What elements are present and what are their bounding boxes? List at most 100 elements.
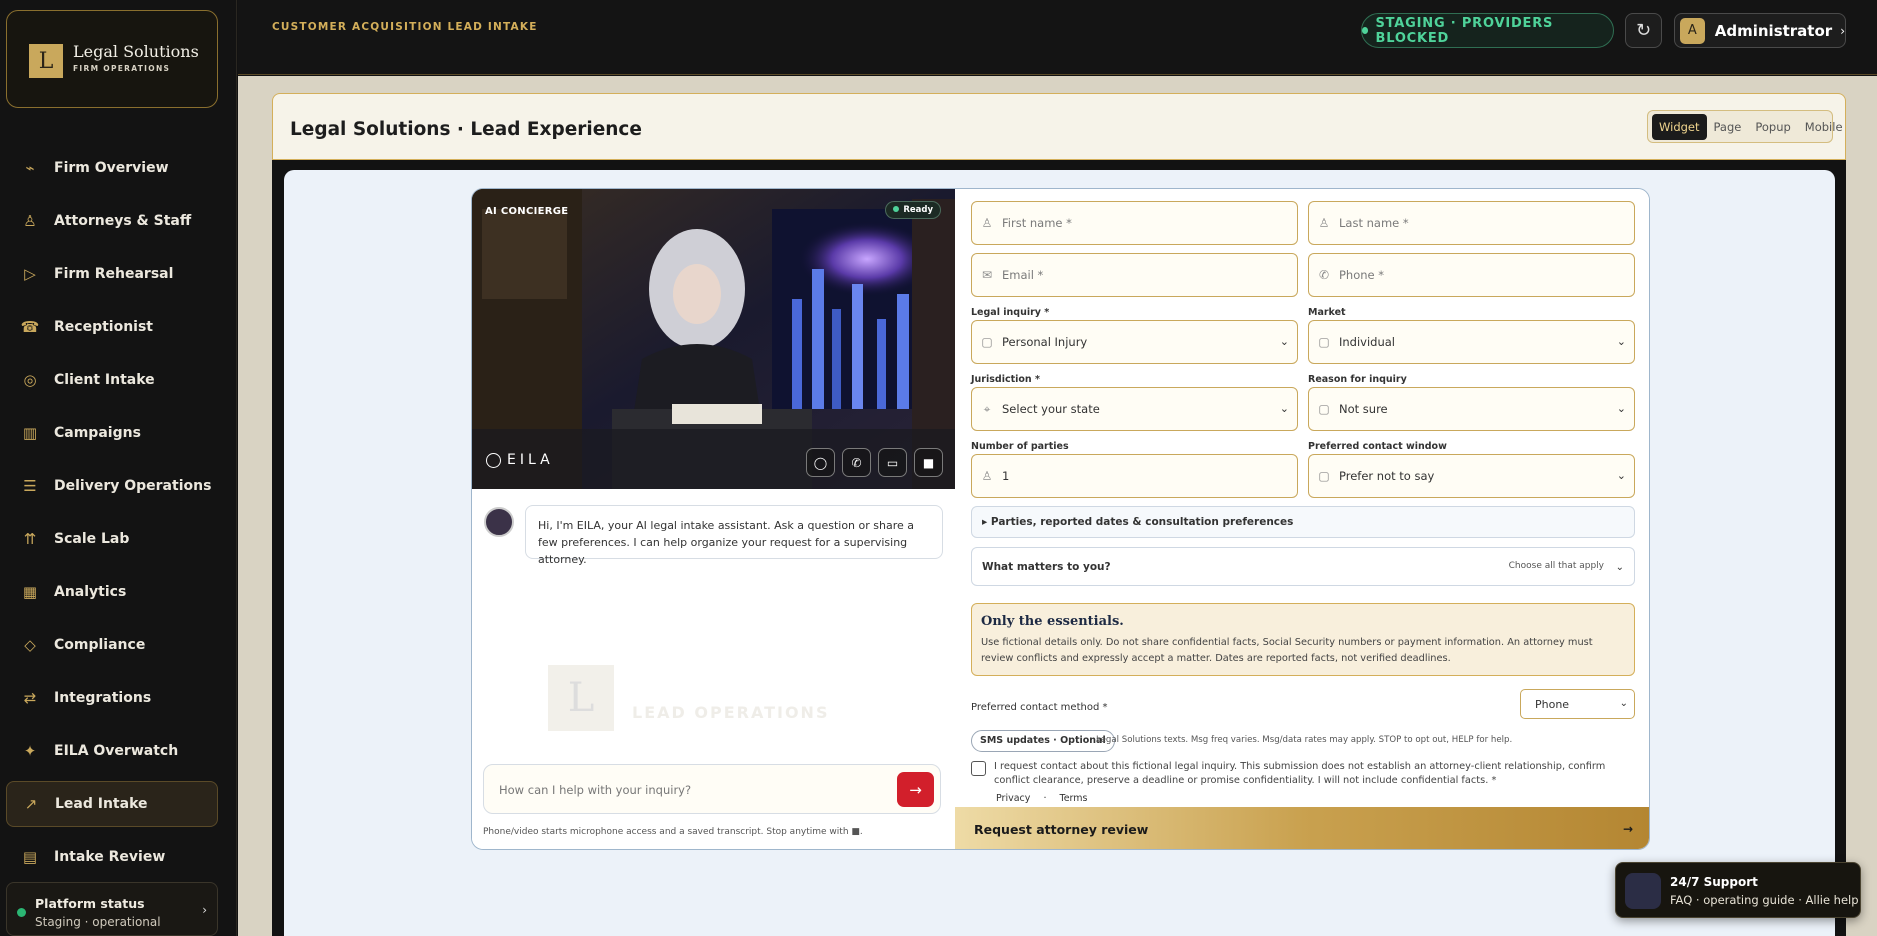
sidebar-item-receptionist[interactable]: ☎ Receptionist — [6, 304, 218, 350]
chevron-down-icon: ⌄ — [1616, 402, 1626, 415]
tab-popup[interactable]: Popup — [1748, 114, 1797, 140]
page-header: Legal Solutions · Lead Experience Widget… — [272, 93, 1846, 160]
sidebar-item-label: Client Intake — [54, 372, 155, 388]
intake-form: ♙ First name * ♙ Last name * ✉ Email * ✆ Pho… — [955, 189, 1649, 849]
arrow-icon: ↗ — [24, 795, 38, 813]
tab-page[interactable]: Page — [1707, 114, 1749, 140]
support-widget[interactable]: 24/7 Support FAQ · operating guide · All… — [1615, 862, 1861, 918]
chat-button[interactable]: ◯ — [806, 448, 835, 477]
sidebar-item-lead-intake[interactable]: ↗ Lead Intake — [6, 781, 218, 827]
sidebar-item-attorneys-staff[interactable]: ♙ Attorneys & Staff — [6, 198, 218, 244]
chat-bubble-icon: ◯ — [813, 455, 828, 470]
contact-method-select[interactable]: Phone ⌄ — [1520, 689, 1635, 719]
essentials-notice: Only the essentials. Use fictional detai… — [971, 603, 1635, 676]
first-name-field[interactable]: ♙ First name * — [971, 201, 1298, 245]
last-name-field[interactable]: ♙ Last name * — [1308, 201, 1635, 245]
sidebar-item-label: Receptionist — [54, 319, 153, 335]
contact-window-value: Prefer not to say — [1339, 469, 1435, 483]
email-field[interactable]: ✉ Email * — [971, 253, 1298, 297]
matters-hint: Choose all that apply — [1508, 561, 1604, 571]
sidebar-item-client-intake[interactable]: ◎ Client Intake — [6, 357, 218, 403]
sidebar-item-firm-overview[interactable]: ⌁ Firm Overview — [6, 145, 218, 191]
sidebar-item-scale-lab[interactable]: ⇈ Scale Lab — [6, 516, 218, 562]
jurisdiction-select[interactable]: ⌖ Select your state ⌄ — [971, 387, 1298, 431]
chat-note: Phone/video starts microphone access and… — [483, 827, 863, 837]
people-icon: ♙ — [981, 469, 993, 483]
assistant-message: Hi, I'm EILA, your AI legal intake assis… — [525, 505, 943, 566]
trend-icon: ⌁ — [25, 159, 35, 177]
staging-label: STAGING · PROVIDERS BLOCKED — [1375, 15, 1554, 46]
chat-input[interactable]: How can I help with your inquiry? → — [483, 764, 941, 814]
consent-checkbox[interactable] — [971, 761, 986, 776]
list-icon: ☰ — [23, 477, 37, 495]
brand-title: Legal Solutions — [73, 42, 199, 61]
sidebar-item-label: Scale Lab — [54, 531, 130, 547]
brand-logo[interactable]: L Legal Solutions FIRM OPERATIONS — [6, 10, 218, 108]
tab-widget[interactable]: Widget — [1652, 113, 1707, 140]
staging-badge: STAGING · PROVIDERS BLOCKED — [1361, 13, 1614, 48]
terms-link[interactable]: Terms — [1060, 793, 1088, 804]
sidebar-item-delivery-operations[interactable]: ☰ Delivery Operations — [6, 463, 218, 509]
chevron-right-icon: › — [1840, 23, 1845, 38]
sidebar-item-compliance[interactable]: ◇ Compliance — [6, 622, 218, 668]
briefcase-icon: ▢ — [981, 335, 993, 349]
submit-button[interactable]: Request attorney review → — [955, 807, 1649, 849]
sidebar-item-label: Attorneys & Staff — [54, 213, 192, 229]
mail-icon: ✉ — [981, 268, 993, 282]
hero-badge: AI CONCIERGE — [485, 206, 569, 217]
brand-subtitle: FIRM OPERATIONS — [73, 64, 171, 73]
email-placeholder: Email * — [1002, 268, 1044, 282]
assistant-avatar — [484, 507, 514, 537]
user-menu-button[interactable]: A Administrator › — [1674, 13, 1846, 48]
play-icon: ▷ — [24, 265, 36, 283]
topbar: CUSTOMER ACQUISITION LEAD INTAKE STAGING… — [238, 0, 1877, 75]
sidebar-item-eila-overwatch[interactable]: ✦ EILA Overwatch — [6, 728, 218, 774]
sidebar-item-firm-rehearsal[interactable]: ▷ Firm Rehearsal — [6, 251, 218, 297]
legal-inquiry-select[interactable]: ▢ Personal Injury ⌄ — [971, 320, 1298, 364]
market-select[interactable]: ▢ Individual ⌄ — [1308, 320, 1635, 364]
brand-mark: L — [29, 44, 63, 78]
contact-window-select[interactable]: ▢ Prefer not to say ⌄ — [1308, 454, 1635, 498]
support-avatar — [1625, 873, 1661, 909]
details-accordion[interactable]: ▸ Parties, reported dates & consultation… — [971, 506, 1635, 538]
sidebar-item-analytics[interactable]: ▦ Analytics — [6, 569, 218, 615]
mode-switcher: Widget Page Popup Mobile — [1647, 110, 1843, 143]
watermark-text: LEAD OPERATIONS — [632, 703, 830, 722]
location-pin-icon: ⌖ — [983, 401, 991, 416]
status-dot-icon — [17, 908, 26, 917]
phone-icon: ☎ — [20, 318, 40, 336]
market-value: Individual — [1339, 335, 1396, 349]
briefcase-icon: ▢ — [1318, 469, 1330, 483]
stop-button[interactable]: ■ — [914, 448, 943, 477]
sidebar-item-intake-review[interactable]: ▤ Intake Review — [6, 834, 218, 880]
lead-widget: AI CONCIERGE Ready EILA ◯ ✆ ▭ ■ Hi, I'm … — [471, 188, 1650, 850]
support-subtitle: FAQ · operating guide · Allie help — [1670, 893, 1859, 907]
privacy-link[interactable]: Privacy — [996, 793, 1030, 804]
matters-dropdown[interactable]: What matters to you? Choose all that app… — [971, 547, 1635, 586]
chat-panel: AI CONCIERGE Ready EILA ◯ ✆ ▭ ■ Hi, I'm … — [472, 189, 955, 849]
last-name-placeholder: Last name * — [1339, 216, 1409, 230]
chevron-down-icon: ⌄ — [1279, 335, 1289, 348]
jurisdiction-label: Jurisdiction * — [971, 374, 1040, 385]
video-button[interactable]: ▭ — [878, 448, 907, 477]
sidebar-item-campaigns[interactable]: ▥ Campaigns — [6, 410, 218, 456]
sms-toggle[interactable]: SMS updates · Optional — [971, 730, 1115, 752]
sidebar-item-integrations[interactable]: ⇄ Integrations — [6, 675, 218, 721]
chat-placeholder: How can I help with your inquiry? — [499, 783, 692, 797]
call-button[interactable]: ✆ — [842, 448, 871, 477]
tab-mobile[interactable]: Mobile — [1798, 114, 1850, 140]
columns-icon: ▥ — [22, 424, 38, 442]
reason-select[interactable]: ▢ Not sure ⌄ — [1308, 387, 1635, 431]
matters-title: What matters to you? — [982, 561, 1111, 573]
briefcase-icon: ▢ — [1318, 335, 1330, 349]
send-button[interactable]: → — [897, 772, 934, 807]
phone-field[interactable]: ✆ Phone * — [1308, 253, 1635, 297]
consent-text: I request contact about this fictional l… — [994, 761, 1606, 786]
parties-input[interactable]: ♙ 1 — [971, 454, 1298, 498]
sidebar-item-label: EILA Overwatch — [54, 743, 179, 759]
platform-status[interactable]: Platform status Staging · operational › — [6, 882, 218, 936]
user-name: Administrator — [1714, 21, 1833, 40]
reason-value: Not sure — [1339, 402, 1388, 416]
sidebar-item-label: Delivery Operations — [54, 478, 212, 494]
refresh-button[interactable]: ↻ — [1625, 13, 1662, 48]
